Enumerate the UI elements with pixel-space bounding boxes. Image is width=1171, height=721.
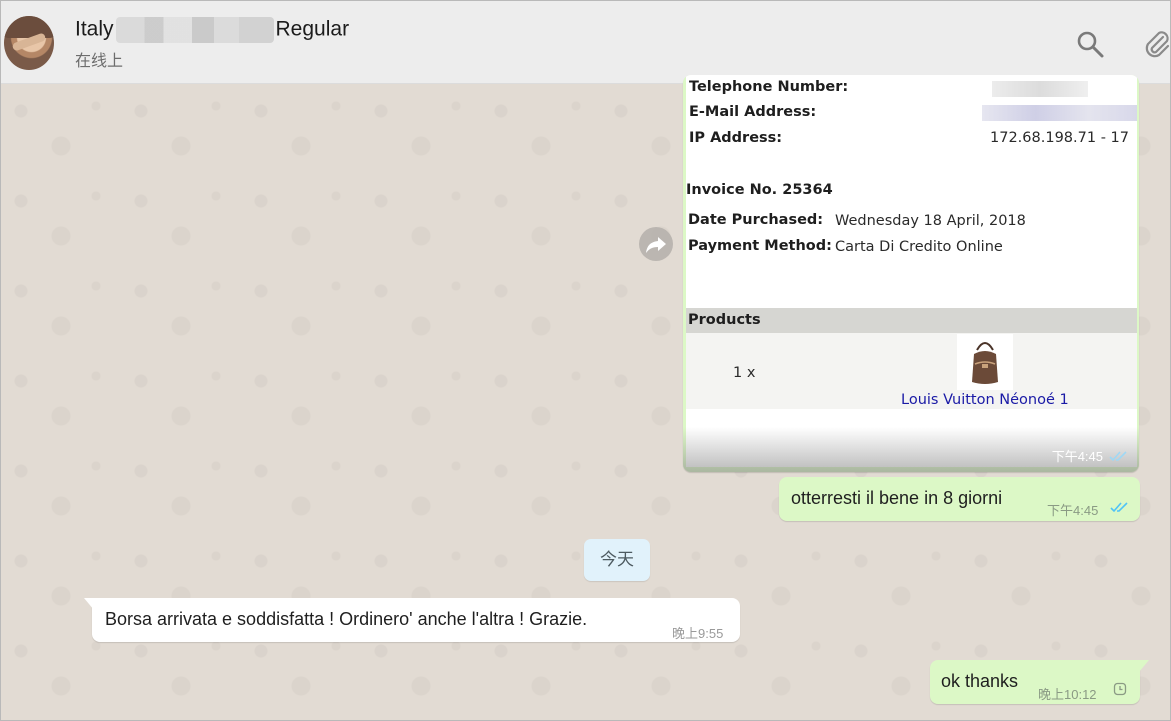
redacted-phone [992, 81, 1088, 97]
message-text: otterresti il bene in 8 giorni [791, 488, 1003, 508]
payment-label: Payment Method: [688, 238, 832, 254]
contact-name-suffix: Regular [275, 17, 350, 41]
products-header: Products [688, 312, 761, 328]
pending-clock-icon [1113, 682, 1127, 696]
product-quantity: 1 x [733, 365, 756, 381]
message-bubble-outgoing[interactable]: ok thanks 晚上10:12 [930, 660, 1140, 704]
message-time: 下午4:45 [1047, 503, 1099, 518]
message-time: 晚上10:12 [1038, 687, 1097, 702]
read-ticks-icon [1109, 451, 1127, 462]
contact-name-prefix: Italy [75, 17, 114, 41]
date-label: Date Purchased: [688, 212, 824, 228]
ip-label: IP Address: [689, 130, 783, 146]
attach-icon[interactable] [1141, 29, 1171, 59]
chat-window: Italy Regular 在线上 Telephone Number: E-Mai… [0, 0, 1171, 721]
image-message[interactable]: Telephone Number: E-Mail Address: IP Add… [683, 75, 1139, 472]
handbag-icon [972, 342, 998, 384]
invoice-image: Telephone Number: E-Mail Address: IP Add… [686, 75, 1137, 467]
contact-status: 在线上 [75, 53, 124, 70]
email-label: E-Mail Address: [689, 104, 817, 120]
ip-value: 172.68.198.71 - 17 [990, 130, 1129, 146]
redacted-name [115, 17, 274, 43]
chat-header: Italy Regular 在线上 [1, 1, 1170, 84]
avatar[interactable] [4, 16, 54, 70]
telephone-label: Telephone Number: [689, 79, 849, 95]
redacted-email [982, 105, 1137, 121]
contact-name[interactable]: Italy Regular [75, 17, 349, 43]
message-time: 晚上9:55 [672, 626, 724, 641]
message-bubble-incoming[interactable]: Borsa arrivata e soddisfatta ! Ordinero'… [92, 598, 740, 642]
search-icon[interactable] [1075, 29, 1105, 59]
message-bubble-outgoing[interactable]: otterresti il bene in 8 giorni 下午4:45 [779, 477, 1140, 521]
bubble-tail-icon [1139, 660, 1149, 672]
forward-button[interactable] [639, 227, 673, 261]
product-image [957, 334, 1013, 390]
message-time: 下午4:45 [1051, 449, 1103, 464]
invoice-number: Invoice No. 25364 [686, 182, 833, 198]
message-text: Borsa arrivata e soddisfatta ! Ordinero'… [105, 609, 588, 629]
message-text: ok thanks [941, 671, 1019, 691]
product-link[interactable]: Louis Vuitton Néonoé 1 [901, 392, 1069, 408]
forward-icon [646, 237, 666, 253]
day-divider: 今天 [584, 539, 650, 581]
bubble-tail-icon [84, 598, 94, 610]
read-ticks-icon [1110, 502, 1128, 513]
date-value: Wednesday 18 April, 2018 [835, 213, 1026, 229]
payment-value: Carta Di Credito Online [835, 239, 1003, 255]
